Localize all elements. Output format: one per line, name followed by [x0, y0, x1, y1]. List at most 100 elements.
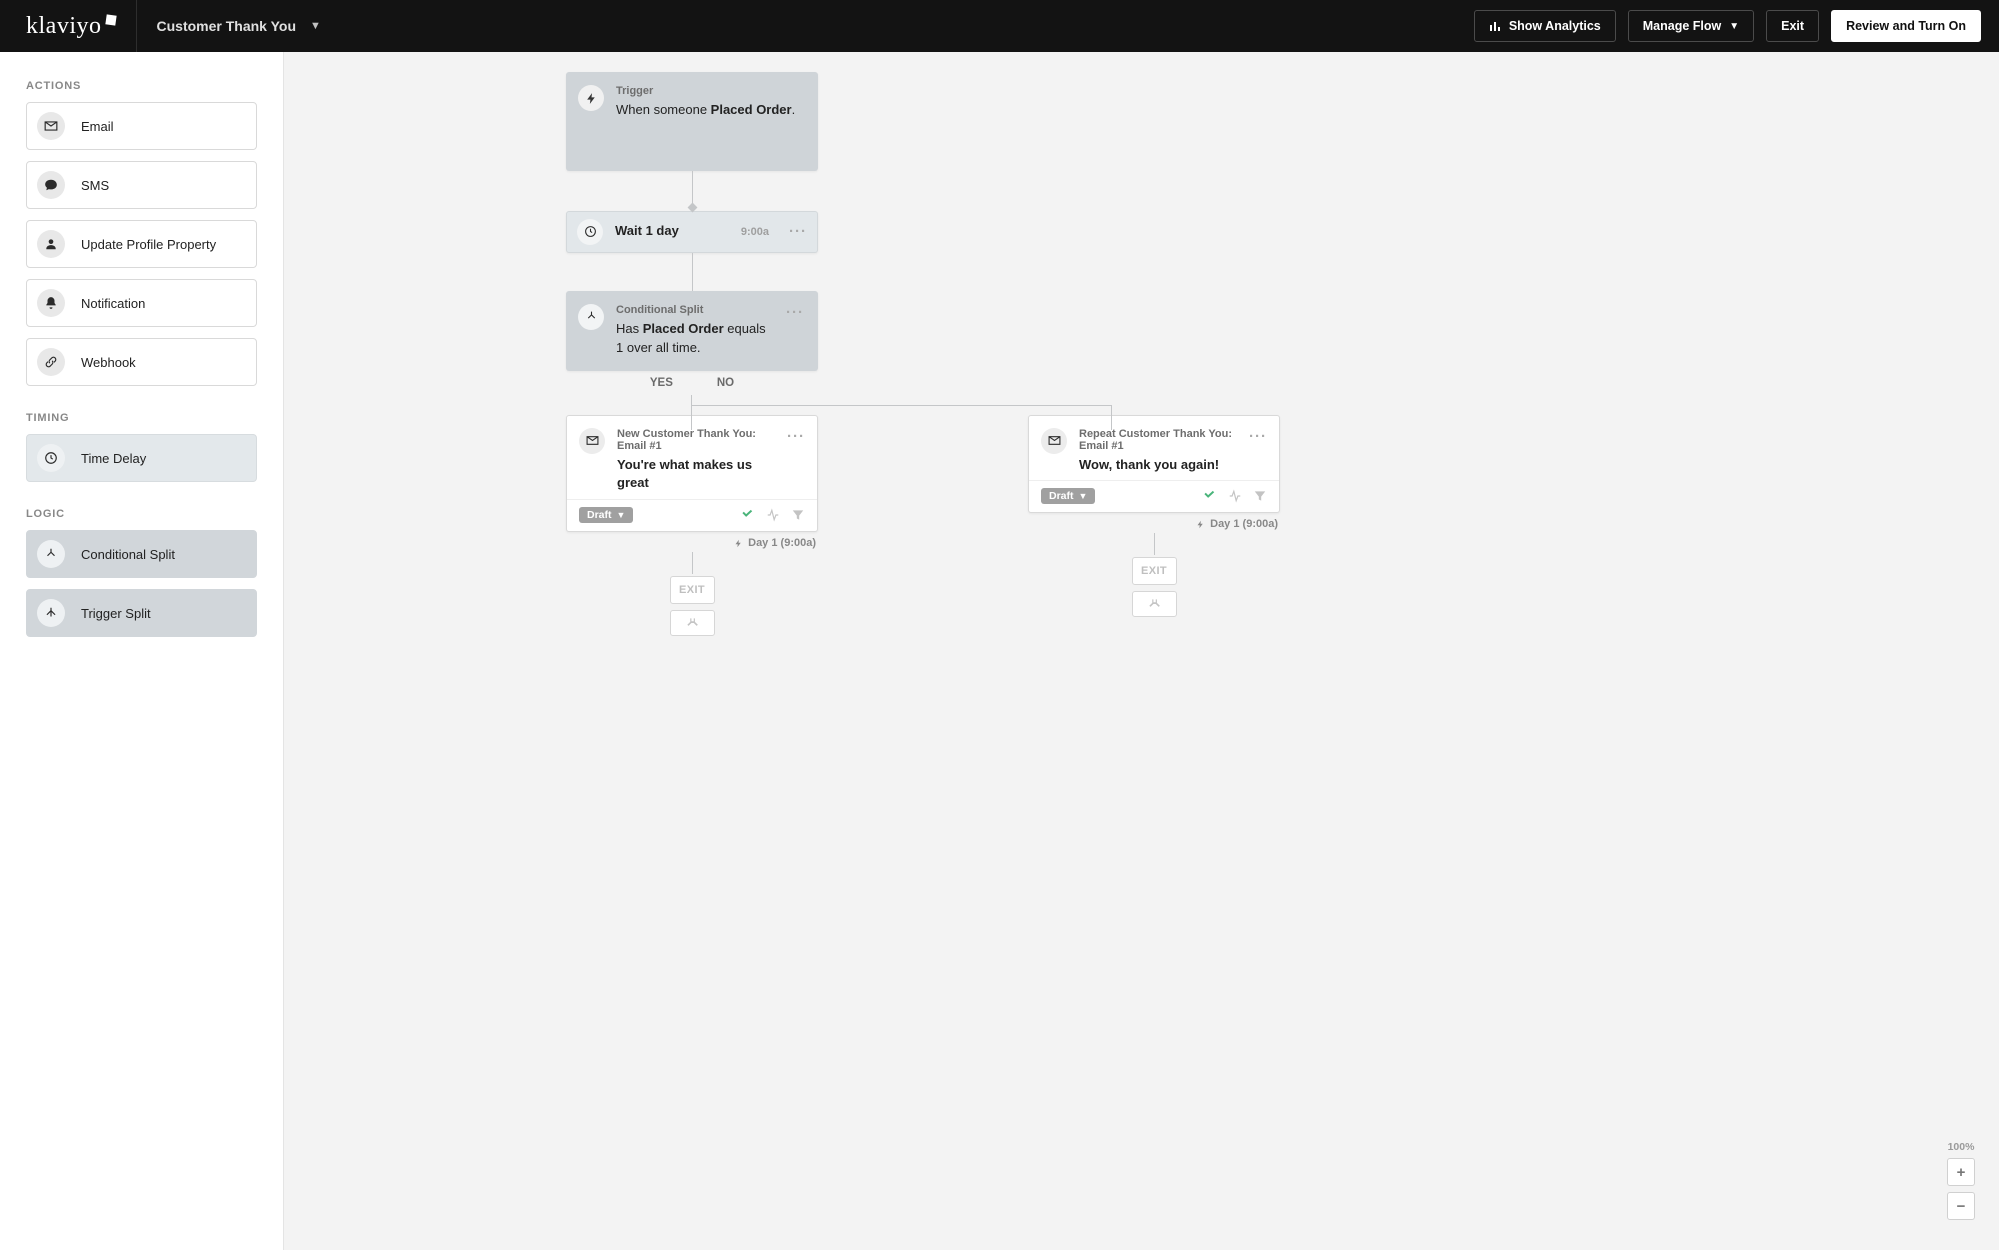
flow-canvas[interactable]: Trigger When someone Placed Order. Wait …: [284, 52, 1999, 1250]
tool-email[interactable]: Email: [26, 102, 257, 150]
flow-title: Customer Thank You: [157, 18, 297, 34]
wait-time: 9:00a: [741, 226, 769, 238]
caret-down-icon: ▼: [1729, 21, 1739, 32]
brand-name: klaviyo: [26, 13, 102, 40]
clock-icon: [37, 444, 65, 472]
node-conditional-split[interactable]: Conditional Split Has Placed Order equal…: [566, 291, 818, 371]
node-body: When someone Placed Order.: [616, 101, 804, 120]
flow-title-dropdown[interactable]: Customer Thank You ▼: [157, 18, 321, 34]
branch-icon: [578, 304, 604, 330]
status-dropdown[interactable]: Draft ▼: [1041, 488, 1095, 504]
tool-webhook[interactable]: Webhook: [26, 338, 257, 386]
tool-time-delay[interactable]: Time Delay: [26, 434, 257, 482]
check-icon: [1203, 489, 1217, 503]
show-analytics-label: Show Analytics: [1509, 19, 1601, 33]
brand-mark-icon: [105, 14, 116, 25]
node-menu[interactable]: ···: [1249, 428, 1267, 445]
wait-label: Wait 1 day: [615, 222, 679, 241]
mail-icon: [1041, 428, 1067, 454]
connector: [692, 171, 693, 211]
timing-heading: TIMING: [26, 412, 257, 424]
node-email-new-customer[interactable]: New Customer Thank You: Email #1 You're …: [566, 415, 818, 533]
show-analytics-button[interactable]: Show Analytics: [1474, 10, 1616, 42]
caret-down-icon: ▼: [617, 510, 626, 520]
filter-icon: [1253, 489, 1267, 503]
merge-button[interactable]: [670, 610, 715, 636]
email-subject: Wow, thank you again!: [1079, 456, 1237, 475]
tool-notification[interactable]: Notification: [26, 279, 257, 327]
tool-label: Email: [81, 119, 114, 134]
exit-button[interactable]: Exit: [1766, 10, 1819, 42]
link-icon: [37, 348, 65, 376]
exit-node: EXIT: [1132, 557, 1177, 585]
activity-icon: [766, 508, 780, 522]
manage-flow-button[interactable]: Manage Flow ▼: [1628, 10, 1754, 42]
tool-label: Time Delay: [81, 451, 146, 466]
node-title: Conditional Split: [616, 304, 774, 316]
node-wait[interactable]: Wait 1 day 9:00a ···: [566, 211, 818, 253]
zoom-controls: 100% + −: [1947, 1141, 1975, 1226]
mail-icon: [579, 428, 605, 454]
status-label: Draft: [587, 509, 612, 521]
branch-labels: YES NO: [566, 377, 818, 389]
caret-down-icon: ▼: [310, 20, 321, 32]
tool-label: SMS: [81, 178, 109, 193]
tool-sms[interactable]: SMS: [26, 161, 257, 209]
flow-graph: Trigger When someone Placed Order. Wait …: [566, 72, 1366, 636]
node-body: Has Placed Order equals 1 over all time.: [616, 320, 774, 358]
bell-icon: [37, 289, 65, 317]
branch-icon: [37, 540, 65, 568]
speech-bubble-icon: [37, 171, 65, 199]
tool-label: Update Profile Property: [81, 237, 216, 252]
tool-trigger-split[interactable]: Trigger Split: [26, 589, 257, 637]
app-header: klaviyo Customer Thank You ▼ Show Analyt…: [0, 0, 1999, 52]
header-divider: [136, 0, 137, 52]
bar-chart-icon: [1489, 20, 1501, 32]
connector: [692, 552, 693, 574]
email-title: New Customer Thank You: Email #1: [617, 428, 775, 452]
node-menu[interactable]: ···: [786, 304, 804, 321]
schedule-label: Day 1 (9:00a): [734, 537, 816, 549]
bolt-icon: [734, 539, 743, 548]
bolt-icon: [578, 85, 604, 111]
filter-icon: [791, 508, 805, 522]
zoom-out-button[interactable]: −: [1947, 1192, 1975, 1220]
person-icon: [37, 230, 65, 258]
manage-flow-label: Manage Flow: [1643, 19, 1721, 33]
status-label: Draft: [1049, 490, 1074, 502]
exit-label: Exit: [1781, 19, 1804, 33]
tool-label: Conditional Split: [81, 547, 175, 562]
tool-update-profile[interactable]: Update Profile Property: [26, 220, 257, 268]
components-sidebar: ACTIONS Email SMS Update Profile Propert…: [0, 52, 284, 1250]
connector: [692, 253, 693, 291]
review-label: Review and Turn On: [1846, 19, 1966, 33]
status-dropdown[interactable]: Draft ▼: [579, 507, 633, 523]
brand-logo: klaviyo: [26, 13, 116, 40]
node-email-repeat-customer[interactable]: Repeat Customer Thank You: Email #1 Wow,…: [1028, 415, 1280, 514]
mail-icon: [37, 112, 65, 140]
check-icon: [741, 508, 755, 522]
email-title: Repeat Customer Thank You: Email #1: [1079, 428, 1237, 452]
tool-label: Trigger Split: [81, 606, 151, 621]
tool-label: Webhook: [81, 355, 136, 370]
node-menu[interactable]: ···: [789, 223, 807, 240]
exit-node: EXIT: [670, 576, 715, 604]
review-button[interactable]: Review and Turn On: [1831, 10, 1981, 42]
branch-yes-label: YES: [650, 377, 673, 389]
actions-heading: ACTIONS: [26, 80, 257, 92]
node-title: Trigger: [616, 85, 804, 97]
node-trigger[interactable]: Trigger When someone Placed Order.: [566, 72, 818, 171]
caret-down-icon: ▼: [1079, 491, 1088, 501]
clock-icon: [577, 219, 603, 245]
tool-label: Notification: [81, 296, 145, 311]
zoom-in-button[interactable]: +: [1947, 1158, 1975, 1186]
email-subject: You're what makes us great: [617, 456, 775, 494]
activity-icon: [1228, 489, 1242, 503]
connector: [1154, 533, 1155, 555]
tool-conditional-split[interactable]: Conditional Split: [26, 530, 257, 578]
logic-heading: LOGIC: [26, 508, 257, 520]
merge-button[interactable]: [1132, 591, 1177, 617]
bolt-icon: [1196, 520, 1205, 529]
branch-connector: [566, 395, 1366, 415]
node-menu[interactable]: ···: [787, 428, 805, 445]
